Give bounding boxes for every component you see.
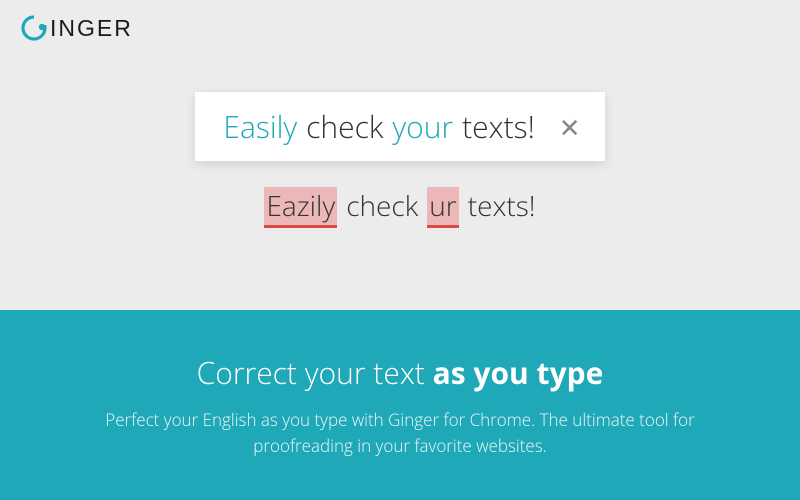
input-text-with-errors: Eazily check ur texts!	[264, 187, 535, 228]
error-line-word-2: check	[346, 187, 418, 225]
corrected-word-1: Easily	[223, 106, 297, 147]
promo-headline: Correct your text as you type	[197, 352, 604, 393]
corrected-word-3: your	[392, 106, 453, 147]
error-word-3: ur	[427, 187, 458, 228]
logo-g-icon	[20, 14, 48, 42]
correction-popup: Easily check your texts! ✕	[195, 92, 604, 161]
correction-word-4: texts!	[462, 106, 535, 147]
demo-area: Easily check your texts! ✕ Eazily check …	[0, 0, 800, 310]
correction-text: Easily check your texts!	[223, 106, 534, 147]
close-icon[interactable]: ✕	[553, 114, 587, 140]
headline-bold: as you type	[433, 352, 604, 393]
error-word-1: Eazily	[264, 187, 337, 228]
logo-brand-text: INGER	[50, 15, 133, 42]
headline-normal: Correct your text	[197, 352, 433, 393]
brand-logo: INGER	[20, 14, 133, 42]
error-line-word-4: texts!	[468, 187, 536, 225]
correction-word-2: check	[306, 106, 383, 147]
promo-subtext: Perfect your English as you type with Gi…	[80, 407, 720, 458]
promo-banner: Correct your text as you type Perfect yo…	[0, 310, 800, 500]
